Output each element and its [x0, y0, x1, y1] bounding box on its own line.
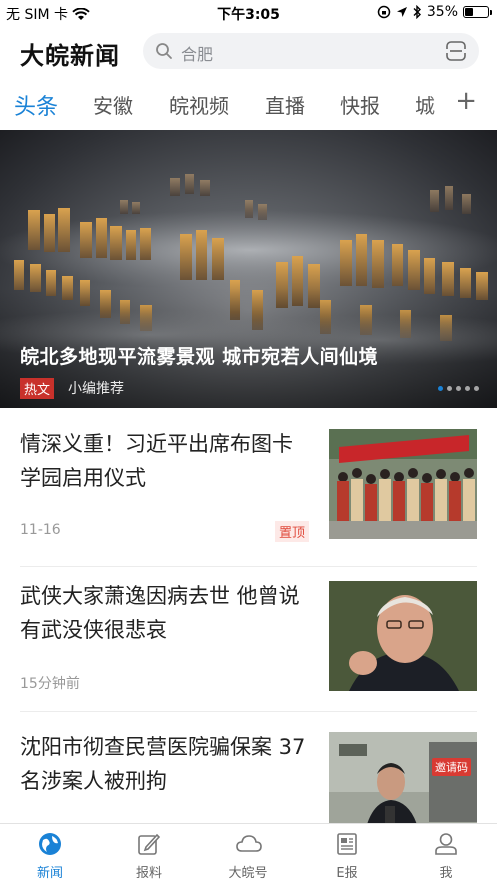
orientation-lock-icon: [377, 5, 391, 19]
tab-anhui[interactable]: 安徽: [93, 90, 133, 119]
nav-news[interactable]: 新闻: [0, 824, 100, 883]
carousel-dot: [465, 386, 470, 391]
news-date: 11-16: [20, 522, 61, 538]
hot-tag: 热文: [20, 378, 55, 399]
cloud-icon: [236, 835, 262, 852]
app-header: 大皖新闻 合肥: [0, 30, 497, 74]
battery-icon: [463, 6, 492, 18]
carousel-dot: [474, 386, 479, 391]
news-item[interactable]: 情深义重！习近平出席布图卡学园启用仪式 11-16 置顶: [0, 427, 497, 567]
divider: [20, 711, 477, 712]
hero-title[interactable]: 皖北多地现平流雾景观 城市宛若人间仙境: [20, 342, 378, 369]
nav-label: 新闻: [36, 866, 63, 881]
carousel-dot: [447, 386, 452, 391]
news-time: 15分钟前: [20, 676, 80, 692]
nav-label: E报: [336, 866, 358, 881]
divider: [20, 566, 477, 567]
news-headline: 武侠大家萧逸因病去世 他曾说有武没侠很悲哀: [20, 584, 300, 642]
nav-report[interactable]: 报料: [99, 824, 199, 883]
globe-icon: [39, 833, 61, 855]
news-headline: 沈阳市彻查民营医院骗保案 37名涉案人被刑拘: [20, 735, 306, 793]
edit-icon: [138, 833, 161, 855]
battery-percent: 35%: [426, 4, 458, 20]
hero-source: 小编推荐: [68, 381, 124, 397]
news-thumbnail: [329, 429, 477, 539]
carousel-dot: [438, 386, 443, 391]
user-icon: [435, 833, 457, 855]
nav-dawan-account[interactable]: 大皖号: [198, 824, 298, 883]
news-item[interactable]: 武侠大家萧逸因病去世 他曾说有武没侠很悲哀 15分钟前: [0, 579, 497, 709]
news-thumbnail: 邀请码: [329, 732, 477, 823]
hero-banner[interactable]: 皖北多地现平流雾景观 城市宛若人间仙境 热文 小编推荐: [0, 130, 497, 408]
pinned-badge: 置顶: [275, 521, 310, 542]
status-bar: 无 SIM 卡 下午3:05 35%: [0, 0, 497, 26]
news-thumbnail: [329, 581, 477, 691]
tab-flash[interactable]: 快报: [340, 90, 380, 119]
carousel-dot: [456, 386, 461, 391]
news-item[interactable]: 沈阳市彻查民营医院骗保案 37名涉案人被刑拘 邀请码: [0, 730, 497, 823]
bluetooth-icon: [413, 5, 421, 19]
search-icon: [156, 43, 172, 59]
add-channel-icon[interactable]: +: [455, 88, 477, 114]
nav-label: 我: [439, 866, 453, 881]
nav-label: 报料: [135, 866, 162, 881]
news-headline: 情深义重！习近平出席布图卡学园启用仪式: [20, 432, 293, 490]
location-icon: [396, 7, 407, 17]
carousel-indicator: [438, 386, 479, 391]
tab-video[interactable]: 皖视频: [169, 90, 229, 119]
search-placeholder: 合肥: [181, 45, 214, 64]
invite-code-badge: 邀请码: [432, 758, 471, 776]
scan-icon[interactable]: [445, 40, 467, 62]
bottom-nav: 新闻 报料 大皖号 E报 我: [0, 823, 497, 883]
newspaper-icon: [337, 833, 357, 855]
tab-headlines[interactable]: 头条: [14, 89, 58, 121]
channel-tabs: 头条 安徽 皖视频 直播 快报 城 +: [0, 84, 497, 128]
app-logo: 大皖新闻: [20, 42, 120, 70]
search-bar[interactable]: 合肥: [143, 33, 479, 69]
nav-epaper[interactable]: E报: [297, 824, 397, 883]
nav-label: 大皖号: [228, 866, 268, 881]
tab-live[interactable]: 直播: [265, 90, 305, 119]
nav-me[interactable]: 我: [396, 824, 496, 883]
